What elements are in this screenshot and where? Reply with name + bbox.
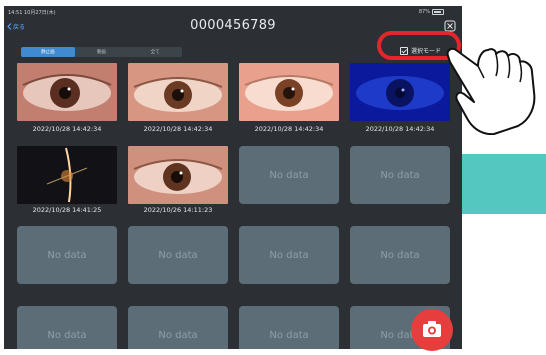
eye-photo-image [128,63,228,121]
camera-icon [423,321,441,337]
photo-thumbnail[interactable] [128,63,228,121]
photo-timestamp: 2022/10/28 14:42:34 [32,125,102,133]
photo-thumbnail[interactable] [350,63,450,121]
photo-timestamp: 2022/10/28 14:41:25 [32,206,102,214]
eye-photo-image [239,63,339,121]
photo-timestamp: 2022/10/26 14:11:23 [143,206,213,214]
photo-thumbnail[interactable] [128,146,228,204]
teal-decoration-band [462,154,546,214]
battery-percent: 87% [418,9,430,15]
empty-slot: No data [350,226,450,284]
battery-icon [432,9,444,15]
empty-slot: No data [128,226,228,284]
empty-slot: No data [350,146,450,204]
photo-thumbnail[interactable] [17,146,117,204]
media-filter-segmented-control: 静止画 動画 全て [21,47,182,57]
status-bar: 14:51 10月27日(木) 87% [4,6,462,18]
empty-slot: No data [239,226,339,284]
empty-slot: No data [17,226,117,284]
status-time: 14:51 10月27日(木) [8,10,56,16]
segment-all[interactable]: 全て [128,47,182,57]
empty-slot: No data [239,306,339,349]
eye-photo-image [17,63,117,121]
photo-thumbnail[interactable] [239,63,339,121]
segment-still-images[interactable]: 静止画 [21,47,75,57]
photo-timestamp: 2022/10/28 14:42:34 [254,125,324,133]
camera-button[interactable] [411,309,453,351]
photo-timestamp: 2022/10/28 14:42:34 [365,125,435,133]
photo-thumbnail[interactable] [17,63,117,121]
eye-photo-image [350,63,450,121]
empty-slot: No data [128,306,228,349]
photo-timestamp: 2022/10/28 14:42:34 [143,125,213,133]
segment-videos[interactable]: 動画 [75,47,129,57]
empty-slot: No data [239,146,339,204]
status-battery: 87% [419,9,444,15]
eye-photo-image [128,146,228,204]
empty-slot: No data [17,306,117,349]
slit-lamp-photo-image [17,146,117,204]
pointing-hand-icon [446,47,536,135]
